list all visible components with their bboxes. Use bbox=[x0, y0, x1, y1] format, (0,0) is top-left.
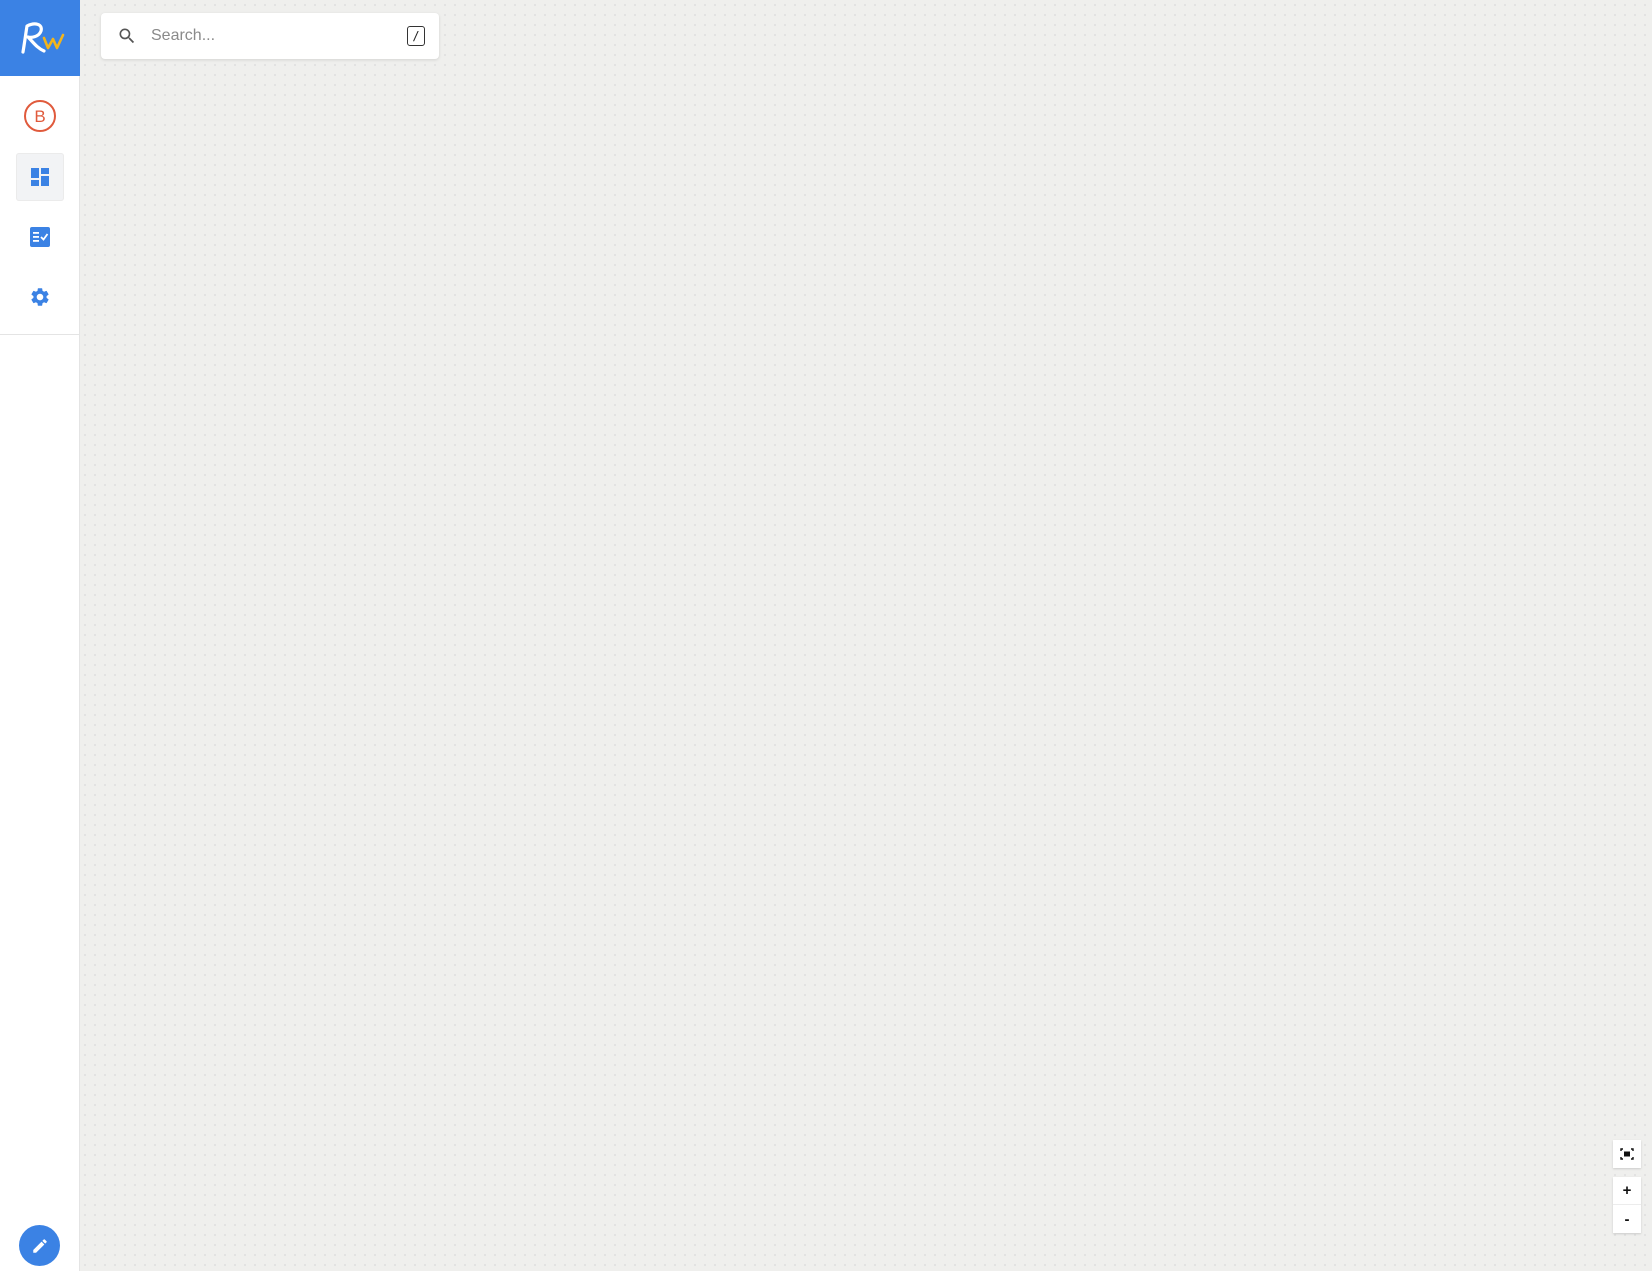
sidebar-nav: B bbox=[0, 76, 79, 335]
edit-fab-button[interactable] bbox=[19, 1225, 60, 1266]
sidebar-item-profile[interactable]: B bbox=[16, 92, 64, 140]
zoom-out-button[interactable]: - bbox=[1613, 1205, 1641, 1233]
canvas[interactable] bbox=[80, 0, 1652, 1271]
app-root: B Search... / + - bbox=[0, 0, 1652, 1271]
zoom-in-button[interactable]: + bbox=[1613, 1177, 1641, 1205]
sidebar: B bbox=[0, 0, 80, 1271]
dashboard-icon bbox=[31, 168, 49, 186]
search-shortcut-key: / bbox=[407, 26, 425, 46]
search-icon bbox=[117, 25, 139, 47]
search-box: / bbox=[101, 13, 439, 59]
sidebar-item-dashboard[interactable] bbox=[16, 153, 64, 201]
sidebar-item-tasks[interactable] bbox=[16, 213, 64, 261]
gear-icon bbox=[31, 288, 49, 306]
search-input[interactable] bbox=[149, 26, 407, 46]
fit-screen-icon bbox=[1620, 1148, 1634, 1160]
fit-view-button[interactable] bbox=[1613, 1140, 1641, 1168]
rw-logo-icon bbox=[21, 22, 65, 54]
profile-letter: B bbox=[34, 107, 45, 126]
logo[interactable] bbox=[0, 0, 80, 76]
pencil-icon bbox=[32, 1238, 47, 1253]
checklist-icon bbox=[30, 227, 50, 247]
sidebar-item-settings[interactable] bbox=[16, 273, 64, 321]
b-circle-icon: B bbox=[24, 100, 56, 132]
